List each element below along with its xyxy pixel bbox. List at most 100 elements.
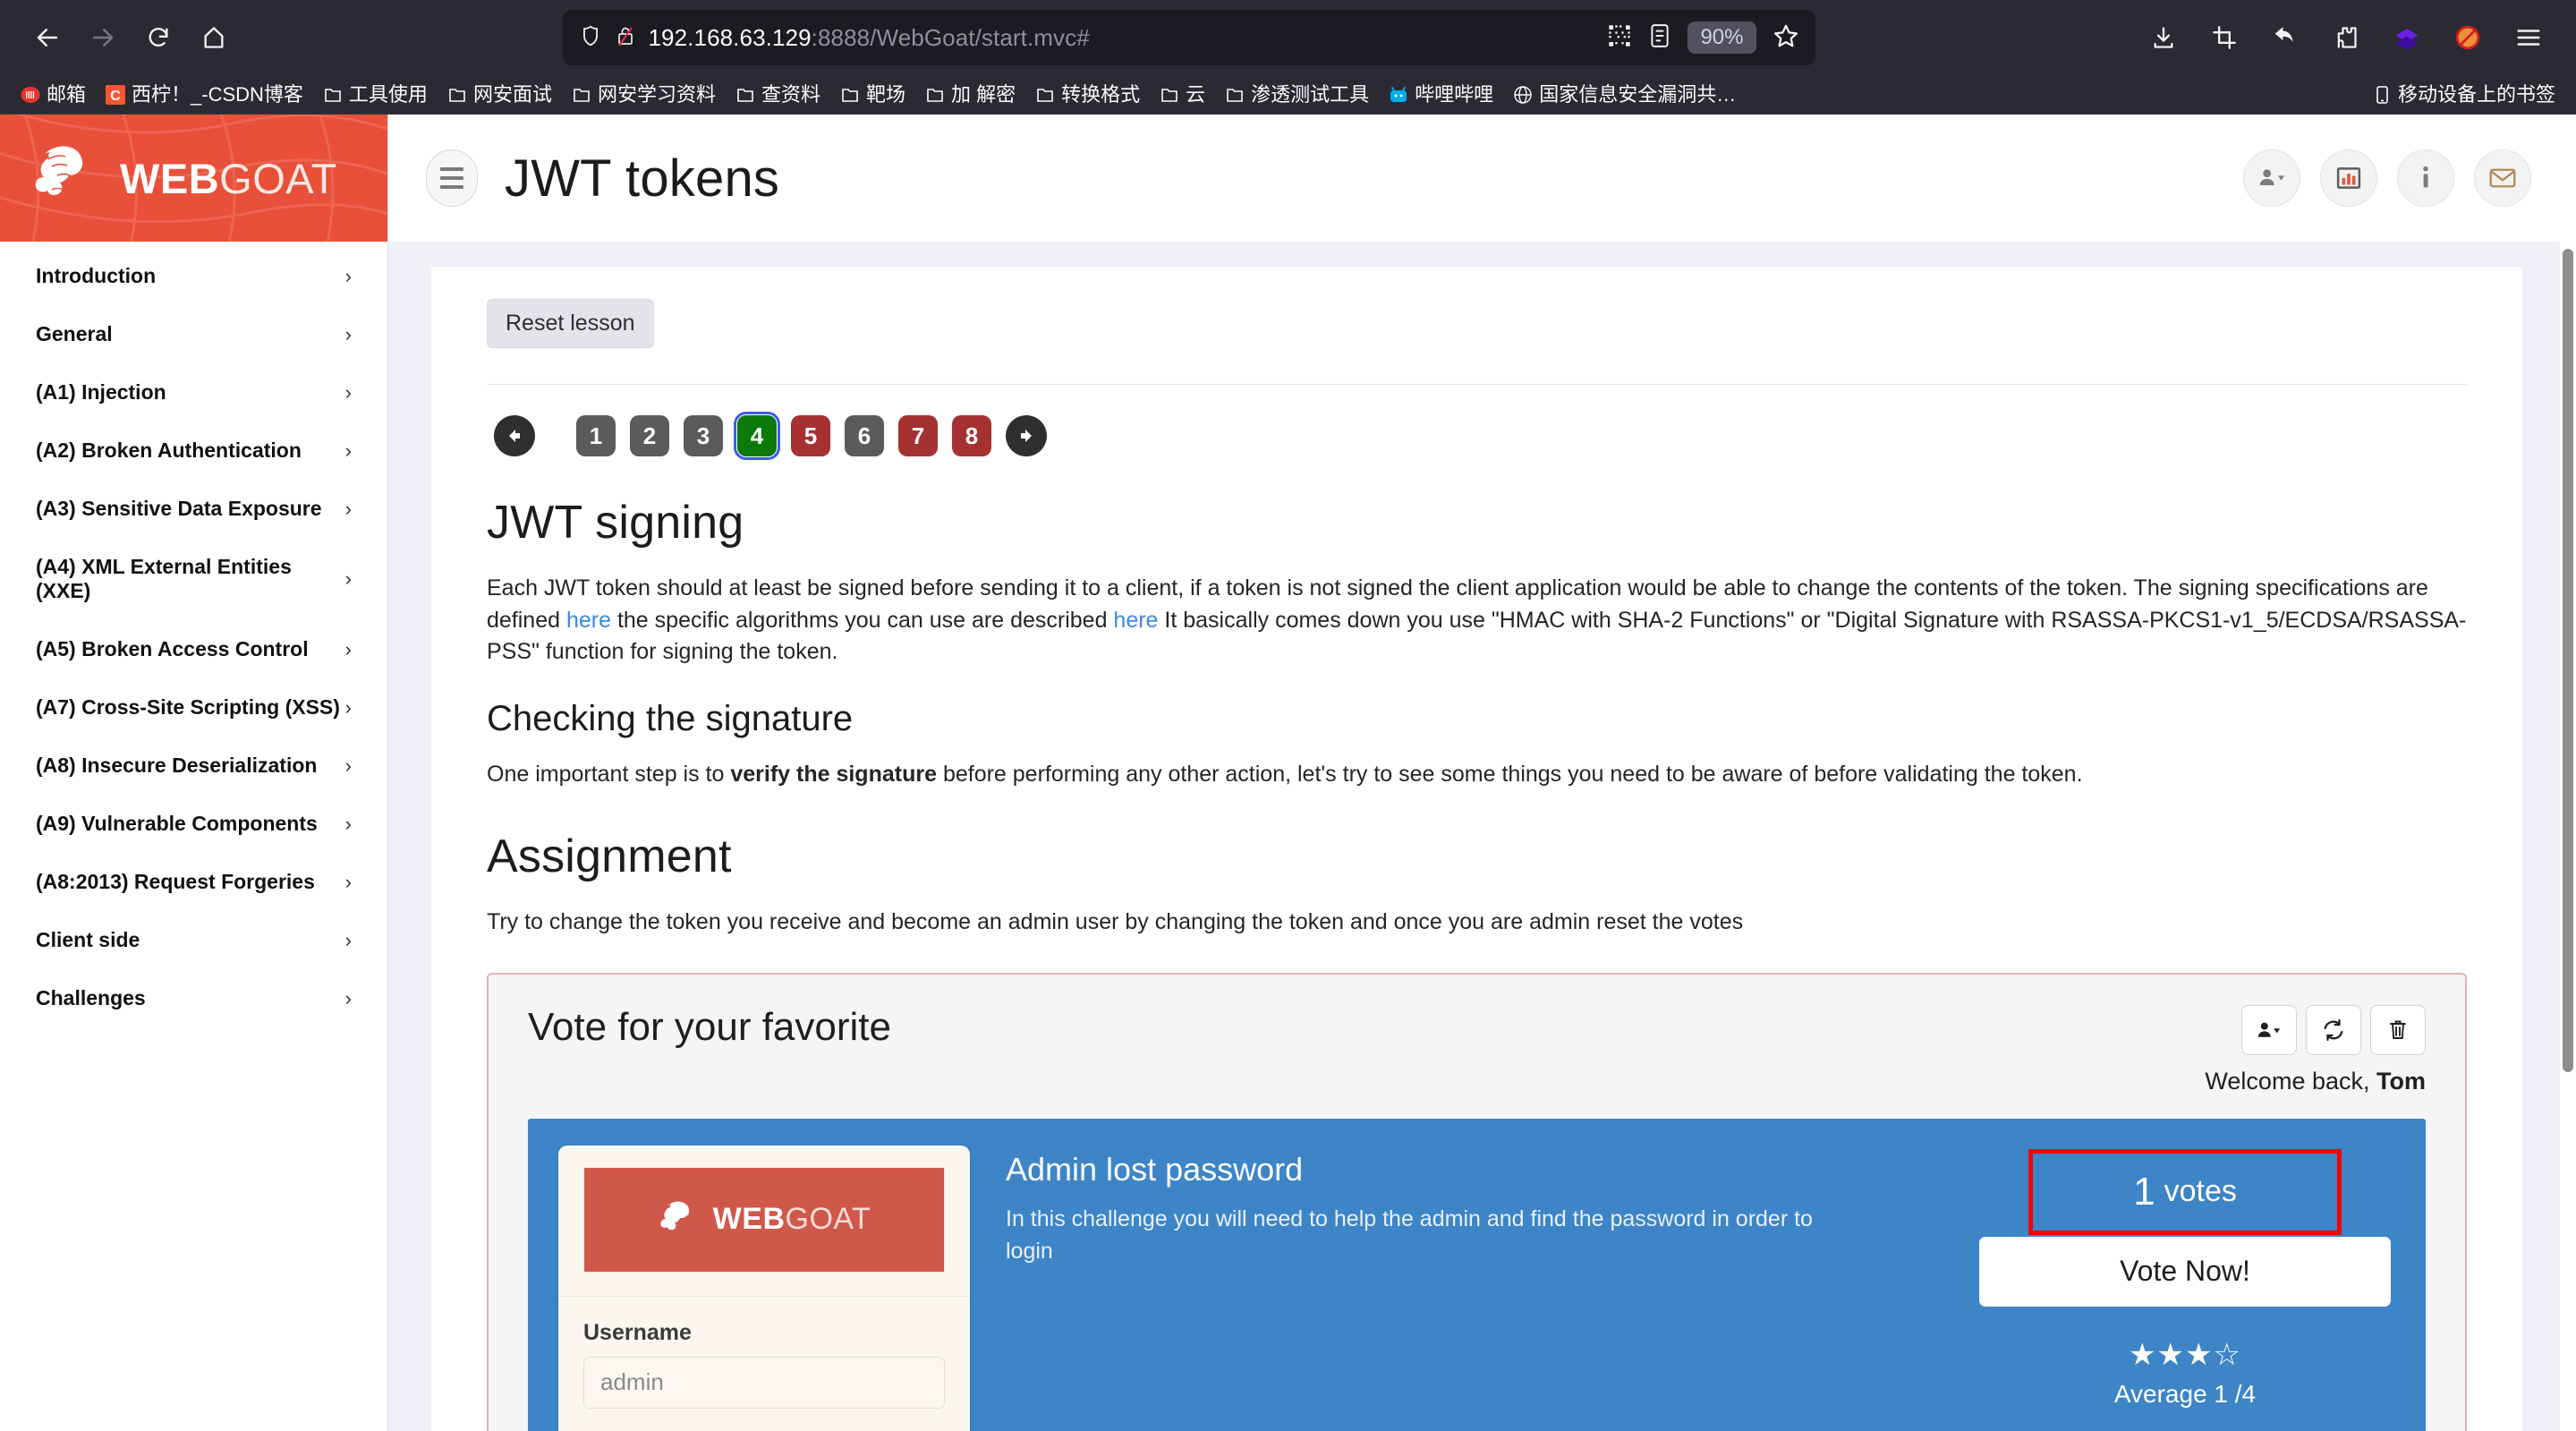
sidebar-item-a9-vulnerable-components[interactable]: (A9) Vulnerable Components › — [0, 795, 387, 853]
undo-arrow-icon[interactable] — [2257, 10, 2313, 65]
bookmark-item[interactable]: 哔哩哔哩 — [1381, 81, 1501, 108]
bookmark-item[interactable]: 网安面试 — [439, 81, 560, 108]
menu-hamburger-icon[interactable] — [2501, 10, 2556, 65]
envelope-icon[interactable] — [2474, 149, 2531, 207]
sidebar-item-label: (A4) XML External Entities (XXE) — [36, 555, 292, 602]
sidebar-item-a5-broken-access-control[interactable]: (A5) Broken Access Control › — [0, 620, 387, 678]
bookmark-item[interactable]: 网安学习资料 — [564, 81, 724, 108]
link-here-2[interactable]: here — [1113, 608, 1158, 633]
sidebar-item-client-side[interactable]: Client side › — [0, 911, 387, 969]
lesson-page-5[interactable]: 5 — [791, 415, 830, 456]
sidebar-item-label: (A2) Broken Authentication — [36, 439, 302, 462]
sidebar-item-a8-insecure-deserialization[interactable]: (A8) Insecure Deserialization › — [0, 737, 387, 795]
bilibili-logo-icon — [1389, 85, 1408, 105]
extension-puzzle-icon[interactable] — [2318, 10, 2374, 65]
url-bar[interactable]: 192.168.63.129:8888/WebGoat/start.mvc# 9… — [562, 10, 1815, 65]
chart-bar-icon[interactable] — [2320, 149, 2377, 207]
welcome-prefix: Welcome back, — [2205, 1067, 2376, 1095]
vote-thumbnail: WEBGOAT Username admin Password — [558, 1145, 970, 1431]
url-text[interactable]: 192.168.63.129:8888/WebGoat/start.mvc# — [649, 24, 1595, 52]
arrow-right-icon[interactable] — [1006, 415, 1047, 456]
sidebar-item-a7-xss[interactable]: (A7) Cross-Site Scripting (XSS) › — [0, 678, 387, 737]
zoom-level-badge[interactable]: 90% — [1688, 21, 1756, 54]
download-icon[interactable] — [2136, 10, 2191, 65]
bookmark-item[interactable]: 查资料 — [727, 81, 829, 108]
page-scrollbar-thumb[interactable] — [2563, 249, 2573, 1072]
user-dropdown-icon[interactable] — [2243, 149, 2300, 207]
bookmark-item[interactable]: C 西柠！_-CSDN博客 — [98, 81, 311, 108]
bookmark-item[interactable]: 工具使用 — [315, 81, 436, 108]
back-button[interactable] — [20, 10, 75, 65]
lesson-page-7[interactable]: 7 — [898, 415, 938, 456]
arrow-left-icon[interactable] — [494, 415, 535, 456]
lesson-page-3[interactable]: 3 — [684, 415, 723, 456]
lesson-page-8[interactable]: 8 — [952, 415, 991, 456]
sidebar: WEBGOAT Introduction › General › (A1) Inje… — [0, 115, 388, 1431]
bookmark-item[interactable]: 转换格式 — [1027, 81, 1148, 108]
sidebar-item-a3-sensitive-data-exposure[interactable]: (A3) Sensitive Data Exposure › — [0, 480, 387, 538]
votes-count-badge: 1 votes — [2028, 1148, 2342, 1235]
page-scrollbar-track[interactable] — [2560, 242, 2576, 1431]
star-rating[interactable]: ★★★☆ — [2129, 1337, 2241, 1373]
lesson-page-1[interactable]: 1 — [576, 415, 616, 456]
para-text-b: the specific algorithms you can use are … — [611, 607, 1114, 633]
home-button[interactable] — [186, 10, 242, 65]
sidebar-item-a2-broken-authentication[interactable]: (A2) Broken Authentication › — [0, 422, 387, 480]
sidebar-item-a8-2013-request-forgeries[interactable]: (A8:2013) Request Forgeries › — [0, 853, 387, 911]
bookmark-star-icon[interactable] — [1773, 22, 1799, 54]
sidebar-item-label: (A3) Sensitive Data Exposure — [36, 497, 322, 520]
chevron-right-icon: › — [344, 567, 352, 590]
bookmark-label: 国家信息安全漏洞共… — [1539, 82, 1737, 106]
chevron-right-icon: › — [344, 264, 352, 287]
lesson-page-4-active[interactable]: 4 — [734, 412, 780, 460]
sidebar-item-introduction[interactable]: Introduction › — [0, 247, 387, 305]
vote-title: Vote for your favorite — [528, 1004, 891, 1049]
sidebar-toggle-button[interactable] — [426, 149, 478, 207]
reset-lesson-button[interactable]: Reset lesson — [487, 299, 654, 348]
bookmark-item[interactable]: 邮箱 — [13, 81, 94, 108]
reload-button[interactable] — [131, 10, 186, 65]
bookmark-item[interactable]: 靶场 — [832, 81, 914, 108]
reader-view-icon[interactable] — [1648, 23, 1671, 53]
lesson-page-6[interactable]: 6 — [845, 415, 884, 456]
refresh-button[interactable] — [2306, 1004, 2361, 1055]
folder-icon — [1160, 85, 1179, 105]
screenshot-crop-icon[interactable] — [2197, 10, 2252, 65]
bookmark-label: 云 — [1186, 82, 1206, 106]
forward-button[interactable] — [75, 10, 131, 65]
username-label: Username — [583, 1319, 692, 1345]
folder-icon — [572, 85, 591, 105]
bookmark-item[interactable]: 国家信息安全漏洞共… — [1505, 81, 1744, 108]
sidebar-item-a1-injection[interactable]: (A1) Injection › — [0, 363, 387, 422]
sidebar-item-challenges[interactable]: Challenges › — [0, 969, 387, 1027]
layers-icon[interactable] — [2379, 10, 2435, 65]
vote-action-buttons — [2205, 1004, 2426, 1055]
browser-chrome: 192.168.63.129:8888/WebGoat/start.mvc# 9… — [0, 0, 2576, 115]
webgoat-brand-header[interactable]: WEBGOAT — [0, 115, 387, 242]
sidebar-item-general[interactable]: General › — [0, 305, 387, 363]
bookmark-item[interactable]: 云 — [1152, 81, 1213, 108]
user-dropdown-button[interactable] — [2241, 1004, 2297, 1055]
thumb-logo-web: WEB — [712, 1202, 786, 1236]
chevron-right-icon: › — [344, 322, 352, 345]
lesson-page-2[interactable]: 2 — [630, 415, 669, 456]
sidebar-item-label: (A9) Vulnerable Components — [36, 812, 318, 835]
bookmark-label: 哔哩哔哩 — [1415, 82, 1494, 106]
browser-toolbar-right — [2136, 10, 2556, 65]
sidebar-item-a4-xxe[interactable]: (A4) XML External Entities (XXE) › — [0, 538, 387, 620]
lock-broken-icon[interactable] — [615, 24, 636, 52]
vote-now-button[interactable]: Vote Now! — [1979, 1236, 2391, 1307]
bookmark-item[interactable]: 加 解密 — [917, 81, 1024, 108]
shield-icon[interactable] — [579, 24, 602, 52]
bookmark-item[interactable]: 渗透测试工具 — [1217, 81, 1377, 108]
vote-header-right: Welcome back, Tom — [2205, 1004, 2426, 1095]
username-input[interactable]: admin — [583, 1356, 945, 1409]
trash-button[interactable] — [2370, 1004, 2426, 1055]
chevron-right-icon: › — [344, 928, 352, 951]
thumb-logo-goat: GOAT — [785, 1202, 871, 1236]
qr-code-icon[interactable] — [1607, 23, 1632, 53]
info-icon[interactable] — [2397, 149, 2454, 207]
link-here-1[interactable]: here — [566, 608, 611, 633]
block-fox-icon[interactable] — [2440, 10, 2495, 65]
bookmark-mobile-folder[interactable]: 移动设备上的书签 — [2364, 81, 2563, 108]
